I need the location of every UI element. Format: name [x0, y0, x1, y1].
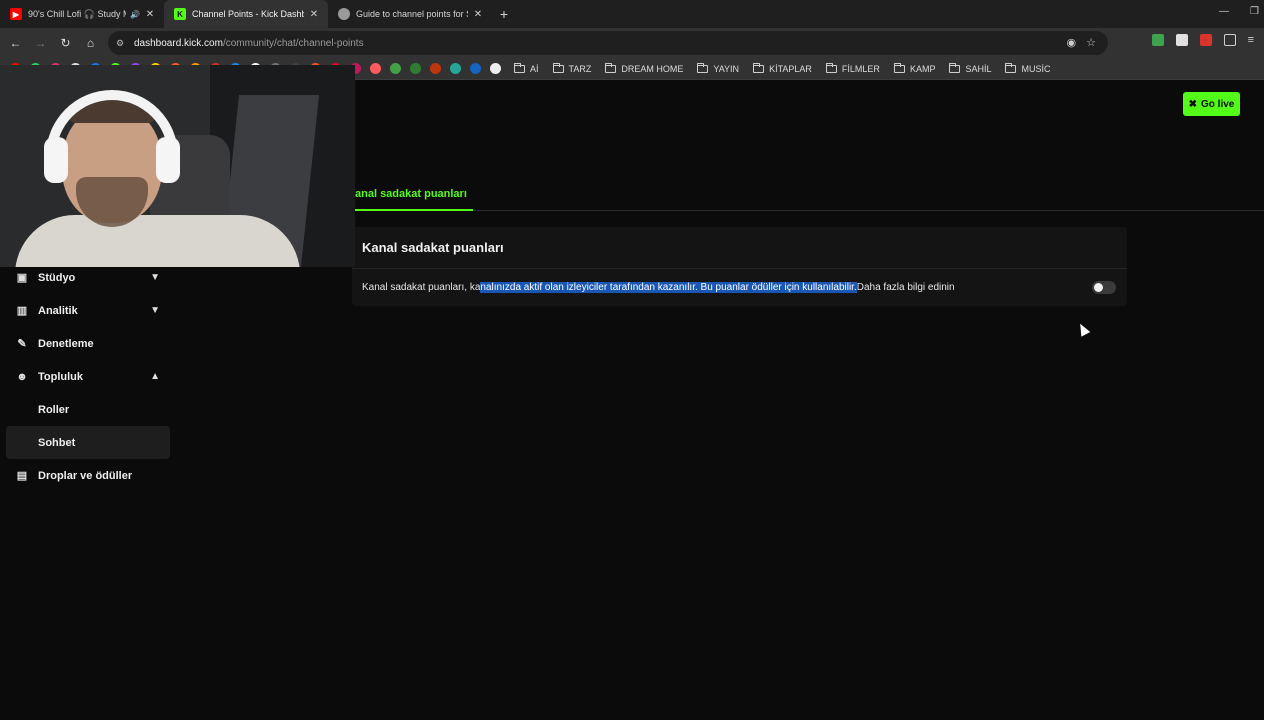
bookmark-favicon-icon[interactable]	[430, 63, 441, 74]
kick-favicon-icon: K	[174, 8, 186, 20]
browser-toolbar: ← → ↻ ⌂ ⚙ dashboard.kick.com /community/…	[0, 28, 1264, 58]
card-title: Kanal sadakat puanları	[352, 227, 1127, 269]
bookmark-folder[interactable]: SAHİL	[949, 62, 991, 74]
address-bar[interactable]: ⚙ dashboard.kick.com /community/chat/cha…	[108, 31, 1108, 55]
bookmark-folder[interactable]: YAYIN	[697, 62, 739, 74]
folder-icon	[753, 62, 765, 73]
bookmark-favicon-icon[interactable]	[450, 63, 461, 74]
folder-icon	[514, 62, 525, 73]
new-tab-button[interactable]: +	[492, 0, 516, 28]
go-live-label: Go live	[1201, 98, 1235, 110]
minimize-window-icon[interactable]: —	[1219, 6, 1229, 17]
channel-points-toggle[interactable]	[1092, 281, 1116, 294]
go-live-button[interactable]: ✖ Go live	[1183, 92, 1240, 116]
audio-playing-icon[interactable]: 🔊	[130, 10, 140, 19]
gift-icon: ▤	[16, 470, 28, 482]
folder-icon	[825, 62, 837, 73]
headphone-cup-left	[44, 137, 68, 183]
folder-icon	[893, 62, 905, 73]
bookmark-favicon-icon[interactable]	[370, 63, 381, 74]
toggle-knob	[1094, 283, 1103, 292]
studio-icon: ▣	[16, 272, 28, 284]
browser-tab-kick-dashboard[interactable]: K Channel Points - Kick Dashboar ✕	[164, 0, 328, 28]
sidebar-item-chat[interactable]: Sohbet	[6, 426, 170, 459]
webcam-person-body	[15, 215, 300, 267]
close-tab-icon[interactable]: ✕	[308, 9, 320, 20]
browser-tab-strip: ▶ 90's Chill Lofi 🎧 Study Mu 🔊 ✕ K Chann…	[0, 0, 1264, 28]
youtube-favicon-icon: ▶	[10, 8, 22, 20]
community-icon: ☻	[16, 370, 28, 383]
chevron-down-icon: ▼	[150, 272, 160, 283]
sidebar-nav: ▣ Stüdyo ▼ ▥ Analitik ▼ ✎ Denetleme ☻ To…	[6, 261, 170, 492]
bookmark-folder[interactable]: Aİ	[514, 62, 539, 74]
bookmark-folder[interactable]: FİLMLER	[825, 62, 880, 74]
reload-icon[interactable]: ↻	[53, 31, 78, 55]
kick-logo-icon: ✖	[1188, 98, 1198, 110]
sidebar-item-community[interactable]: ☻ Topluluk ▲	[6, 360, 170, 393]
sidebar-item-analytics[interactable]: ▥ Analitik ▼	[6, 294, 170, 327]
bookmark-favicon-icon[interactable]	[410, 63, 421, 74]
forward-icon[interactable]: →	[28, 31, 53, 55]
back-icon[interactable]: ←	[3, 31, 28, 55]
bookmark-folder[interactable]: DREAM HOME	[605, 62, 683, 74]
bookmark-folder[interactable]: KİTAPLAR	[753, 62, 812, 74]
bookmark-folder[interactable]: KAMP	[893, 62, 935, 74]
bookmark-star-icon[interactable]: ☆	[1086, 36, 1096, 49]
tracking-eye-icon[interactable]: ◉	[1067, 36, 1077, 49]
extension-icon[interactable]	[1175, 34, 1188, 46]
close-tab-icon[interactable]: ✕	[472, 9, 484, 20]
sidebar-item-label: Roller	[38, 403, 70, 416]
extension-icon[interactable]	[1199, 34, 1212, 46]
analytics-icon: ▥	[16, 305, 28, 317]
site-info-icon[interactable]: ⚙	[116, 38, 128, 49]
bookmark-favicon-icon[interactable]	[390, 63, 401, 74]
globe-favicon-icon	[338, 8, 350, 20]
extension-icon[interactable]	[1151, 34, 1164, 46]
folder-icon	[552, 62, 564, 73]
bookmark-folder[interactable]: TARZ	[552, 62, 591, 74]
selected-description-text: nalınızda aktif olan izleyiciler tarafın…	[480, 282, 857, 293]
folder-icon	[1005, 62, 1017, 73]
chevron-down-icon: ▼	[150, 305, 160, 316]
restore-window-icon[interactable]: ❐	[1250, 6, 1259, 17]
sidebar-item-label: Topluluk	[38, 370, 84, 383]
folder-icon	[949, 62, 961, 73]
tab-title: 90's Chill Lofi 🎧 Study Mu	[28, 8, 127, 19]
url-host: dashboard.kick.com	[134, 37, 223, 49]
chevron-up-icon: ▲	[150, 371, 160, 382]
channel-points-tabs: anal sadakat puanları	[355, 186, 1264, 211]
sidebar-item-moderation[interactable]: ✎ Denetleme	[6, 327, 170, 360]
sidebar-item-label: Sohbet	[38, 436, 76, 449]
learn-more-link[interactable]: Daha fazla bilgi edinin	[857, 282, 955, 293]
sidebar-item-label: Analitik	[38, 304, 78, 317]
sidebar-item-roles[interactable]: Roller	[6, 393, 170, 426]
sidebar-item-label: Droplar ve ödüller	[38, 469, 133, 482]
channel-points-card: Kanal sadakat puanları Kanal sadakat pua…	[352, 227, 1127, 306]
folder-icon	[605, 62, 617, 73]
close-tab-icon[interactable]: ✕	[144, 9, 156, 20]
tab-channel-points[interactable]: anal sadakat puanları	[355, 186, 473, 211]
sidebar-item-label: Denetleme	[38, 337, 94, 350]
reading-list-icon[interactable]: ≡	[1248, 34, 1254, 46]
url-path: /community/chat/channel-points	[222, 37, 364, 49]
headphone-cup-right	[156, 137, 180, 183]
mouse-cursor-icon	[1075, 321, 1091, 337]
webcam-overlay	[0, 65, 355, 267]
home-icon[interactable]: ⌂	[78, 31, 103, 55]
description-text: Kanal sadakat puanları, ka	[362, 282, 481, 293]
wrench-icon: ✎	[17, 338, 27, 350]
folder-icon	[697, 62, 709, 73]
sidebar-item-label: Stüdyo	[38, 271, 76, 284]
browser-tab-lofi[interactable]: ▶ 90's Chill Lofi 🎧 Study Mu 🔊 ✕	[0, 0, 164, 28]
bookmark-favicon-icon[interactable]	[490, 63, 501, 74]
bookmark-favicon-icon[interactable]	[470, 63, 481, 74]
browser-tab-guide[interactable]: Guide to channel points for Str ✕	[328, 0, 492, 28]
extensions-puzzle-icon[interactable]	[1223, 34, 1236, 46]
sidebar-item-drops-rewards[interactable]: ▤ Droplar ve ödüller	[6, 459, 170, 492]
card-description: Kanal sadakat puanları, ka nalınızda akti…	[352, 269, 1127, 306]
tab-title: Channel Points - Kick Dashboar	[192, 9, 304, 19]
bookmark-folder[interactable]: MUSİC	[1005, 62, 1050, 74]
tab-title: Guide to channel points for Str	[356, 9, 468, 19]
